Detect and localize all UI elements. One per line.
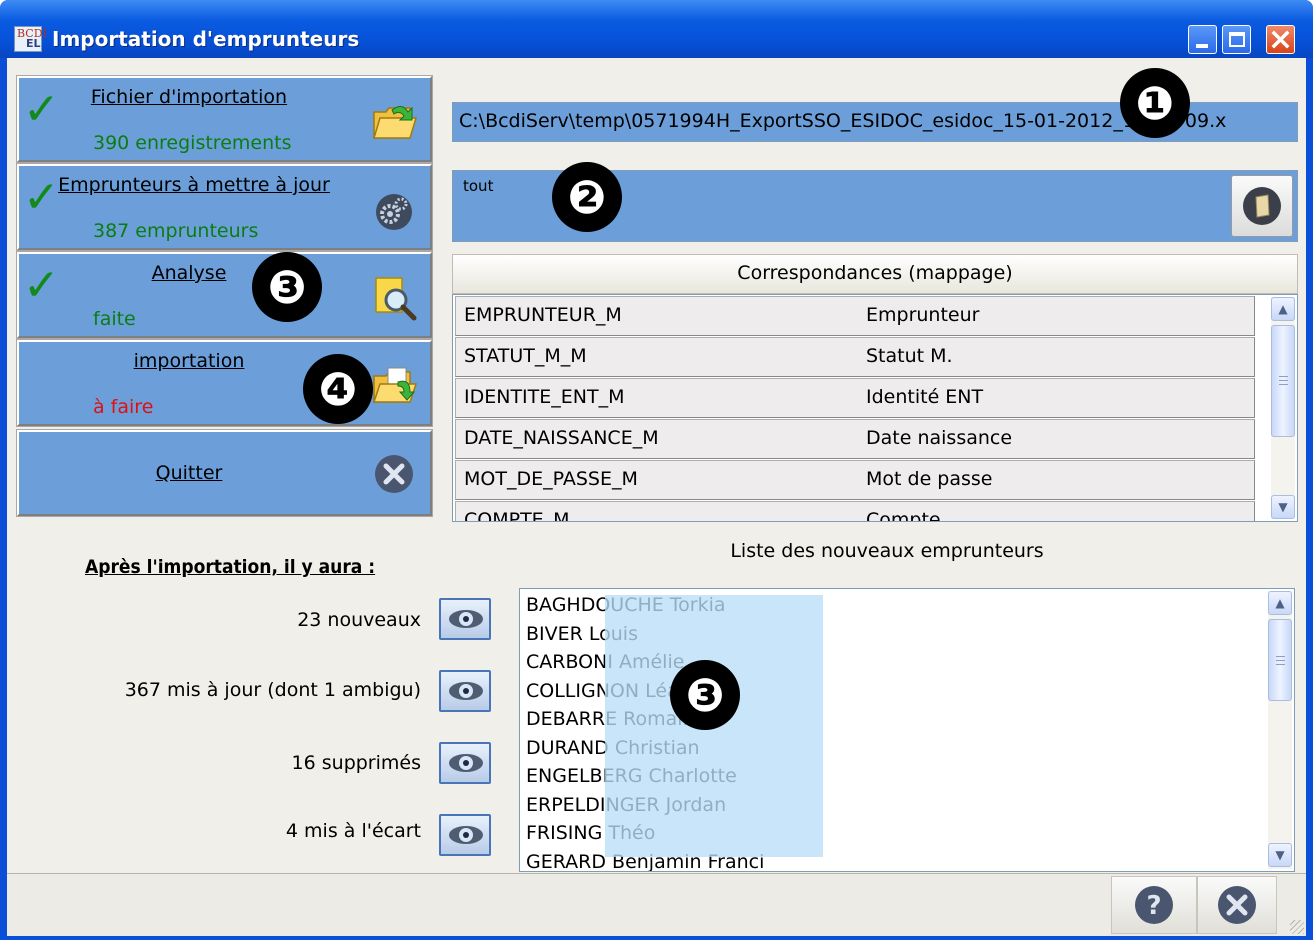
mapping-source: EMPRUNTEUR_M: [464, 304, 622, 326]
close-icon: [1218, 886, 1256, 924]
mapping-source: STATUT_M_M: [464, 345, 587, 367]
mapping-source: COMPTE_M: [464, 509, 570, 522]
step-title: Fichier d'importation: [90, 86, 288, 108]
mapping-target: Compte: [866, 509, 941, 522]
scroll-down-icon[interactable]: ▼: [1271, 495, 1295, 519]
minimize-button[interactable]: [1188, 25, 1217, 54]
mapping-row[interactable]: COMPTE_M Compte: [455, 501, 1255, 522]
view-new-button[interactable]: [439, 598, 491, 640]
mapping-target: Identité ENT: [866, 386, 984, 408]
title-bar[interactable]: BCDI EL Importation d'emprunteurs: [0, 0, 1313, 58]
scroll-up-icon[interactable]: ▲: [1268, 591, 1292, 615]
view-updated-button[interactable]: [439, 670, 491, 712]
step-import-file[interactable]: ✓ Fichier d'importation 390 enregistreme…: [17, 76, 432, 162]
mapping-target: Mot de passe: [866, 468, 993, 490]
close-dialog-button[interactable]: [1197, 876, 1277, 934]
app-window: BCDI EL Importation d'emprunteurs ✓ Fich…: [0, 0, 1313, 940]
step-status: 387 emprunteurs: [93, 220, 259, 242]
mapping-target: Emprunteur: [866, 304, 980, 326]
step-borrowers-update[interactable]: ✓ Emprunteurs à mettre à jour 387 emprun…: [17, 164, 432, 250]
folder-refresh-icon: [372, 106, 418, 139]
mapping-source: IDENTITE_ENT_M: [464, 386, 625, 408]
new-borrowers-list[interactable]: BAGHDOUCHE Torkia BIVER Louis CARBONI Am…: [519, 588, 1295, 872]
stat-new: 23 nouveaux: [297, 609, 421, 631]
mapping-source: DATE_NAISSANCE_M: [464, 427, 659, 449]
quit-label: Quitter: [155, 462, 223, 484]
view-deleted-button[interactable]: [439, 742, 491, 784]
mapping-scrollbar[interactable]: ▲ ▼: [1271, 297, 1295, 519]
close-window-button[interactable]: [1266, 25, 1295, 54]
names-scrollbar[interactable]: ▲ ▼: [1268, 591, 1292, 869]
mapping-source: MOT_DE_PASSE_M: [464, 468, 638, 490]
quit-button[interactable]: Quitter: [17, 430, 432, 516]
annotation-badge-5: ❸: [670, 660, 740, 730]
mapping-row[interactable]: STATUT_M_M Statut M.: [455, 337, 1255, 377]
annotation-badge-2: ❷: [552, 162, 622, 232]
stat-deleted: 16 supprimés: [291, 752, 421, 774]
help-icon: ?: [1135, 886, 1173, 924]
annotation-badge-4: ❹: [303, 354, 373, 424]
mapping-target: Statut M.: [866, 345, 953, 367]
annotation-badge-1: ❶: [1120, 68, 1190, 138]
close-icon: [375, 455, 413, 493]
maximize-button[interactable]: [1222, 25, 1251, 54]
mapping-header: Correspondances (mappage): [452, 254, 1298, 294]
scroll-thumb[interactable]: [1271, 325, 1295, 437]
select-button[interactable]: [1231, 175, 1293, 237]
document-magnifier-icon: [375, 277, 417, 321]
step-title: Emprunteurs à mettre à jour: [58, 174, 330, 196]
svg-text:?: ?: [1146, 891, 1161, 921]
scroll-up-icon[interactable]: ▲: [1271, 297, 1295, 321]
help-button[interactable]: ?: [1111, 876, 1197, 934]
stat-set-aside: 4 mis à l'écart: [285, 820, 421, 842]
mapping-target: Date naissance: [866, 427, 1013, 449]
step-analysis[interactable]: ✓ Analyse faite: [17, 252, 432, 338]
gears-icon: [376, 194, 412, 230]
step-status: 390 enregistrements: [93, 132, 292, 154]
view-set-aside-button[interactable]: [439, 814, 491, 856]
step-status: faite: [93, 308, 136, 330]
mapping-row[interactable]: DATE_NAISSANCE_M Date naissance: [455, 419, 1255, 459]
resize-grip-icon[interactable]: [1290, 920, 1304, 934]
minimize-icon: [1196, 44, 1208, 48]
mapping-row[interactable]: MOT_DE_PASSE_M Mot de passe: [455, 460, 1255, 500]
scroll-down-icon[interactable]: ▼: [1268, 843, 1292, 867]
stat-updated: 367 mis à jour (dont 1 ambigu): [124, 679, 421, 701]
step-status: à faire: [93, 396, 154, 418]
mapping-table: EMPRUNTEUR_M Emprunteur STATUT_M_M Statu…: [452, 294, 1298, 522]
app-icon-text-bottom: EL: [26, 37, 41, 50]
summary-title: Après l'importation, il y aura :: [85, 556, 376, 578]
scroll-thumb[interactable]: [1268, 619, 1292, 701]
selection-value: tout: [463, 177, 494, 195]
window-title: Importation d'emprunteurs: [52, 27, 360, 51]
folder-import-icon: [372, 367, 418, 403]
new-borrowers-header: Liste des nouveaux emprunteurs: [730, 540, 1044, 562]
maximize-icon: [1229, 32, 1245, 47]
client-area: ✓ Fichier d'importation 390 enregistreme…: [7, 58, 1306, 936]
annotation-badge-3: ❸: [252, 252, 322, 322]
app-icon: BCDI EL: [14, 26, 47, 52]
mapping-row[interactable]: EMPRUNTEUR_M Emprunteur: [455, 296, 1255, 336]
close-x-icon: [1271, 30, 1290, 49]
status-bar: ?: [7, 873, 1306, 936]
mapping-row[interactable]: IDENTITE_ENT_M Identité ENT: [455, 378, 1255, 418]
eraser-icon: [1243, 187, 1281, 225]
